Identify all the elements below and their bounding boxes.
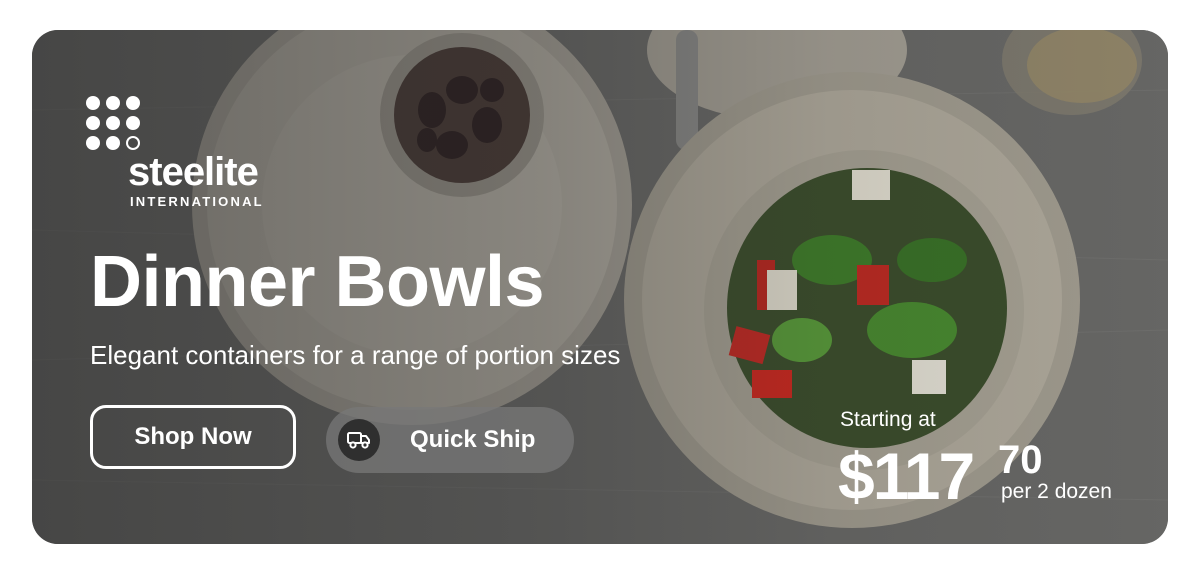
hero-banner[interactable]: steelite INTERNATIONAL Dinner Bowls Eleg…: [32, 30, 1168, 544]
quick-ship-button[interactable]: Quick Ship: [326, 407, 574, 473]
price-cents: 70: [998, 438, 1043, 482]
shop-now-button[interactable]: Shop Now: [90, 405, 296, 469]
brand-dots-icon: [86, 96, 140, 150]
brand-name: steelite: [128, 150, 259, 194]
page-subtitle: Elegant containers for a range of portio…: [90, 340, 621, 370]
quick-ship-label: Quick Ship: [410, 426, 536, 453]
truck-icon: [338, 419, 380, 461]
price-block: Starting at $117 70 per 2 dozen: [838, 406, 1148, 526]
price-amount: $117: [838, 439, 975, 513]
starting-at-label: Starting at: [840, 408, 936, 431]
brand-tagline: INTERNATIONAL: [130, 194, 264, 209]
brand-logo[interactable]: steelite INTERNATIONAL: [86, 96, 296, 216]
page-title: Dinner Bowls: [90, 242, 545, 322]
price-unit: per 2 dozen: [1001, 480, 1112, 503]
